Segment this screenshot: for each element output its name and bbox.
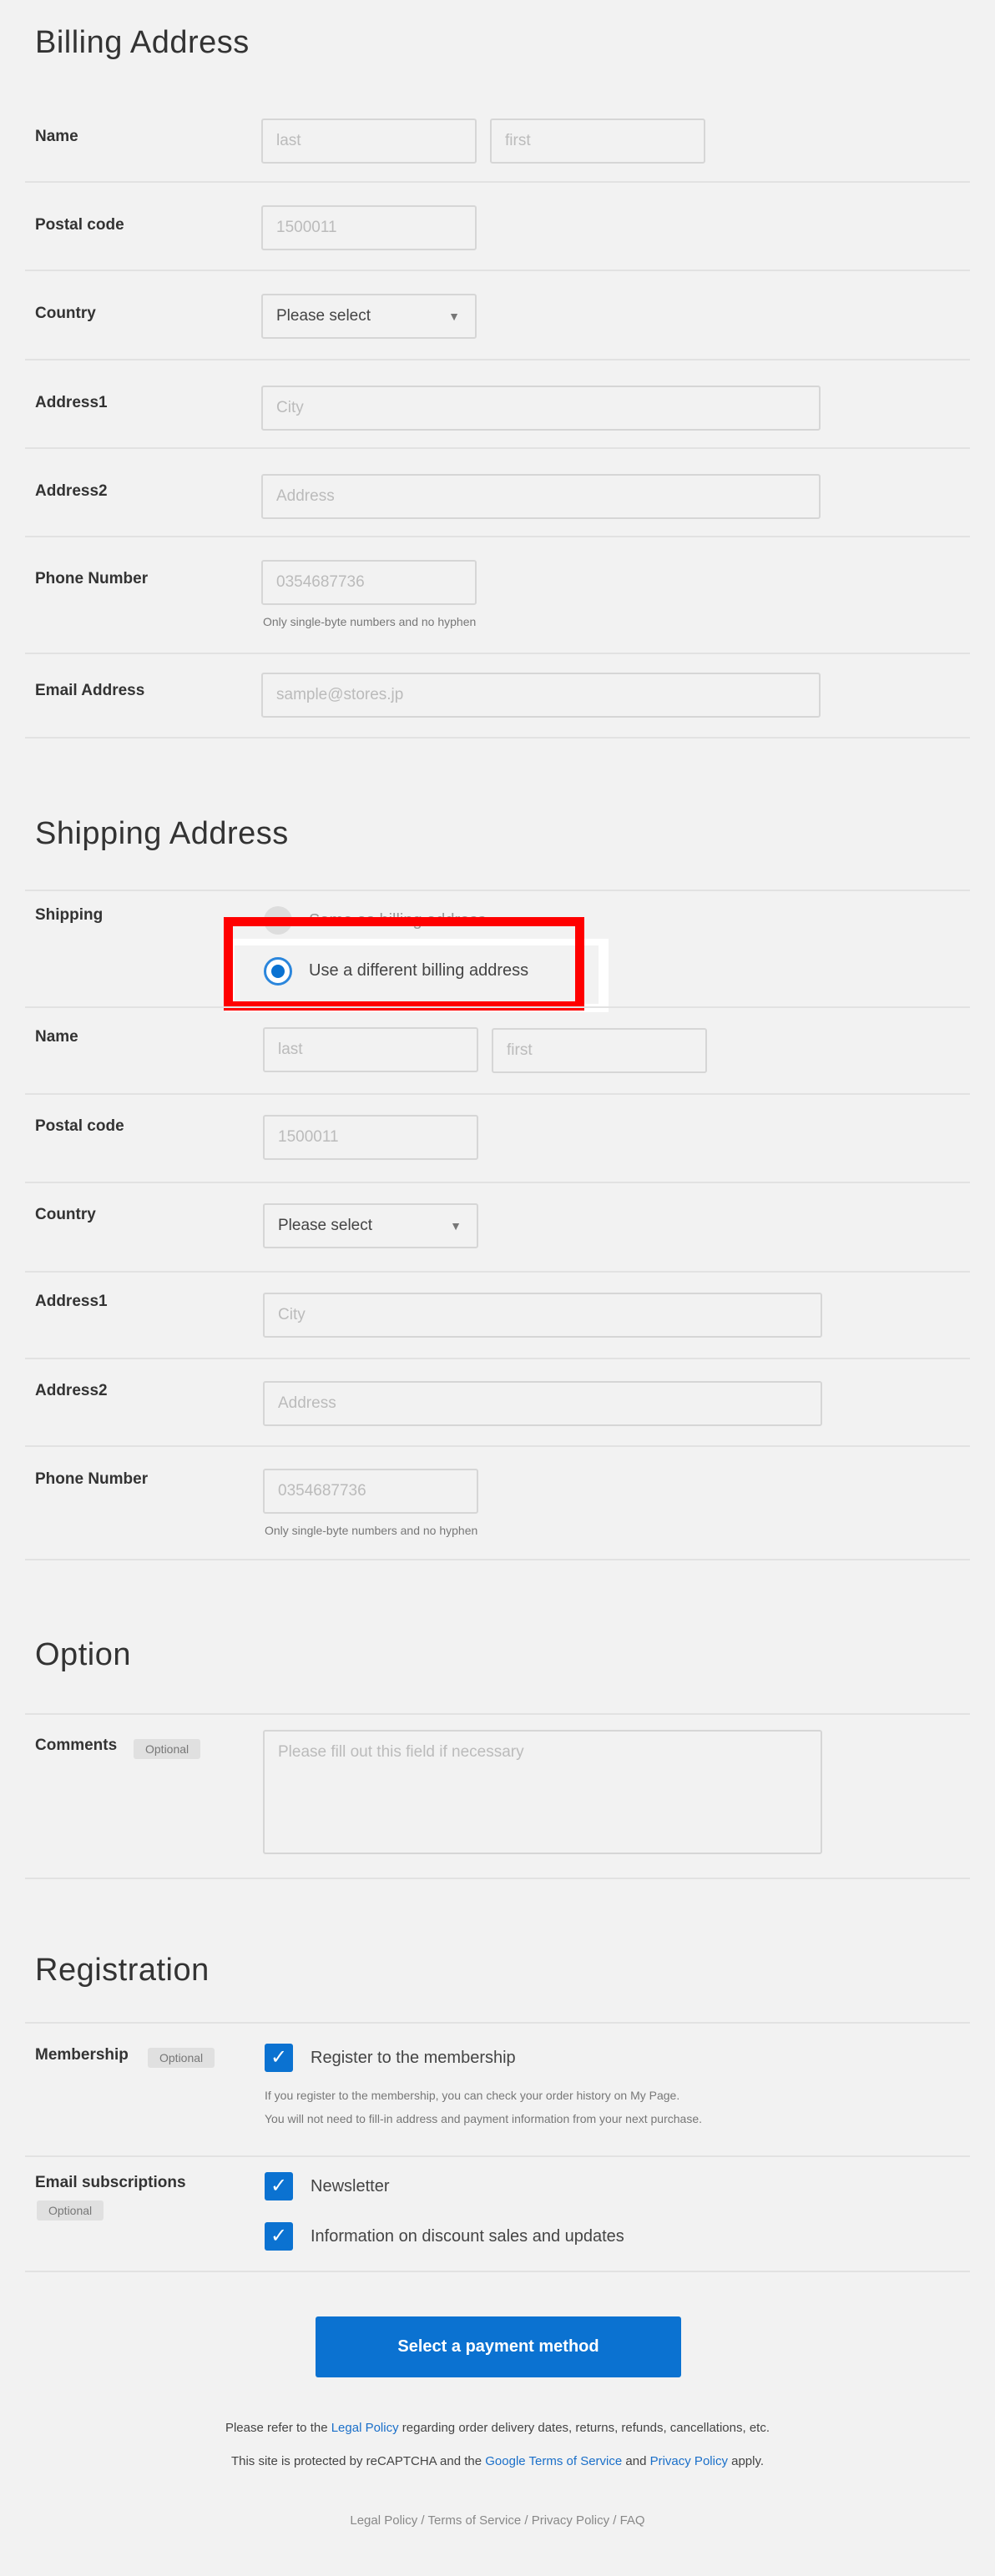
divider <box>25 1878 970 1879</box>
check-icon: ✓ <box>270 2225 288 2247</box>
divider <box>25 447 970 449</box>
billing-address1-input[interactable]: City <box>261 386 821 431</box>
highlight-box <box>224 917 584 1011</box>
shipping-first-name-input[interactable]: first <box>492 1028 707 1073</box>
billing-country-value: Please select <box>276 307 371 325</box>
billing-phone-hint: Only single-byte numbers and no hyphen <box>263 615 477 628</box>
google-terms-link[interactable]: Google Terms of Service <box>485 2454 622 2468</box>
shipping-address2-label: Address2 <box>35 1382 108 1399</box>
billing-name-label: Name <box>35 128 78 145</box>
newsletter-label: Newsletter <box>311 2177 390 2195</box>
chevron-down-icon: ▼ <box>450 1219 462 1233</box>
newsletter-checkbox[interactable]: ✓ <box>265 2172 293 2200</box>
divider <box>25 2022 970 2024</box>
footer-links: Legal Policy / Terms of Service / Privac… <box>0 2513 995 2528</box>
comments-label: Comments <box>35 1737 118 1754</box>
privacy-policy-link[interactable]: Privacy Policy <box>650 2454 728 2468</box>
divider <box>25 1182 970 1183</box>
divider <box>25 359 970 360</box>
shipping-phone-hint: Only single-byte numbers and no hyphen <box>265 1524 478 1537</box>
footer-faq-link[interactable]: FAQ <box>620 2513 645 2528</box>
divider <box>25 2271 970 2272</box>
shipping-address2-input[interactable]: Address <box>263 1381 822 1426</box>
billing-address2-label: Address2 <box>35 482 108 500</box>
divider <box>25 1006 970 1008</box>
billing-address1-label: Address1 <box>35 394 108 411</box>
shipping-label: Shipping <box>35 906 104 924</box>
divider <box>25 737 970 739</box>
shipping-name-label: Name <box>35 1028 78 1046</box>
shipping-address1-input[interactable]: City <box>263 1293 822 1338</box>
membership-hint-2: You will not need to fill-in address and… <box>265 2112 702 2125</box>
divider <box>25 1358 970 1359</box>
chevron-down-icon: ▼ <box>448 310 460 323</box>
billing-first-name-input[interactable]: first <box>490 118 705 164</box>
shipping-country-label: Country <box>35 1206 96 1223</box>
footer-legal-link[interactable]: Legal Policy <box>350 2513 417 2528</box>
divider <box>25 1713 970 1715</box>
membership-checkbox-label: Register to the membership <box>311 2049 516 2067</box>
option-title: Option <box>35 1637 131 1672</box>
divider <box>25 536 970 537</box>
membership-checkbox[interactable]: ✓ <box>265 2044 293 2072</box>
shipping-title: Shipping Address <box>35 816 289 851</box>
billing-phone-label: Phone Number <box>35 570 149 587</box>
shipping-country-select[interactable]: Please select ▼ <box>263 1203 478 1248</box>
billing-last-name-input[interactable]: last <box>261 118 477 164</box>
note-text: and <box>622 2454 650 2468</box>
shipping-country-value: Please select <box>278 1217 373 1234</box>
divider <box>25 1445 970 1447</box>
billing-address2-input[interactable]: Address <box>261 474 821 519</box>
divider <box>25 1559 970 1560</box>
footer-privacy-link[interactable]: Privacy Policy <box>532 2513 609 2528</box>
optional-badge: Optional <box>134 1739 201 1759</box>
divider <box>25 890 970 891</box>
billing-country-select[interactable]: Please select ▼ <box>261 294 477 339</box>
divider <box>25 2155 970 2157</box>
note-text: apply. <box>727 2454 765 2468</box>
shipping-last-name-input[interactable]: last <box>263 1027 478 1072</box>
note-text: regarding order delivery dates, returns,… <box>398 2421 770 2435</box>
check-icon: ✓ <box>270 2175 288 2197</box>
shipping-phone-input[interactable]: 0354687736 <box>263 1469 478 1514</box>
divider <box>25 270 970 271</box>
check-icon: ✓ <box>270 2046 288 2069</box>
divider <box>25 1093 970 1095</box>
recaptcha-note: This site is protected by reCAPTCHA and … <box>0 2454 995 2468</box>
billing-postal-input[interactable]: 1500011 <box>261 205 477 250</box>
legal-note: Please refer to the Legal Policy regardi… <box>0 2421 995 2435</box>
membership-hint-1: If you register to the membership, you c… <box>265 2089 680 2102</box>
shipping-postal-label: Postal code <box>35 1117 124 1135</box>
billing-country-label: Country <box>35 305 96 322</box>
divider <box>25 181 970 183</box>
separator: / <box>521 2513 532 2528</box>
shipping-postal-input[interactable]: 1500011 <box>263 1115 478 1160</box>
separator: / <box>609 2513 620 2528</box>
email-subscriptions-label: Email subscriptions <box>35 2174 186 2191</box>
billing-postal-label: Postal code <box>35 216 124 234</box>
discount-info-checkbox[interactable]: ✓ <box>265 2222 293 2251</box>
billing-email-input[interactable]: sample@stores.jp <box>261 673 821 718</box>
divider <box>25 1271 970 1273</box>
billing-email-label: Email Address <box>35 682 145 699</box>
separator: / <box>417 2513 428 2528</box>
divider <box>25 653 970 654</box>
optional-badge: Optional <box>37 2200 104 2221</box>
legal-policy-link[interactable]: Legal Policy <box>331 2421 399 2435</box>
select-payment-method-button[interactable]: Select a payment method <box>316 2316 681 2377</box>
billing-title: Billing Address <box>35 25 250 60</box>
note-text: This site is protected by reCAPTCHA and … <box>230 2454 486 2468</box>
shipping-address1-label: Address1 <box>35 1293 108 1310</box>
comments-textarea[interactable]: Please fill out this field if necessary <box>263 1730 822 1854</box>
optional-badge: Optional <box>148 2048 215 2068</box>
registration-title: Registration <box>35 1953 210 1988</box>
membership-label: Membership <box>35 2046 129 2064</box>
shipping-phone-label: Phone Number <box>35 1470 149 1488</box>
footer-terms-link[interactable]: Terms of Service <box>428 2513 522 2528</box>
discount-info-label: Information on discount sales and update… <box>311 2227 624 2246</box>
billing-phone-input[interactable]: 0354687736 <box>261 560 477 605</box>
note-text: Please refer to the <box>225 2421 331 2435</box>
